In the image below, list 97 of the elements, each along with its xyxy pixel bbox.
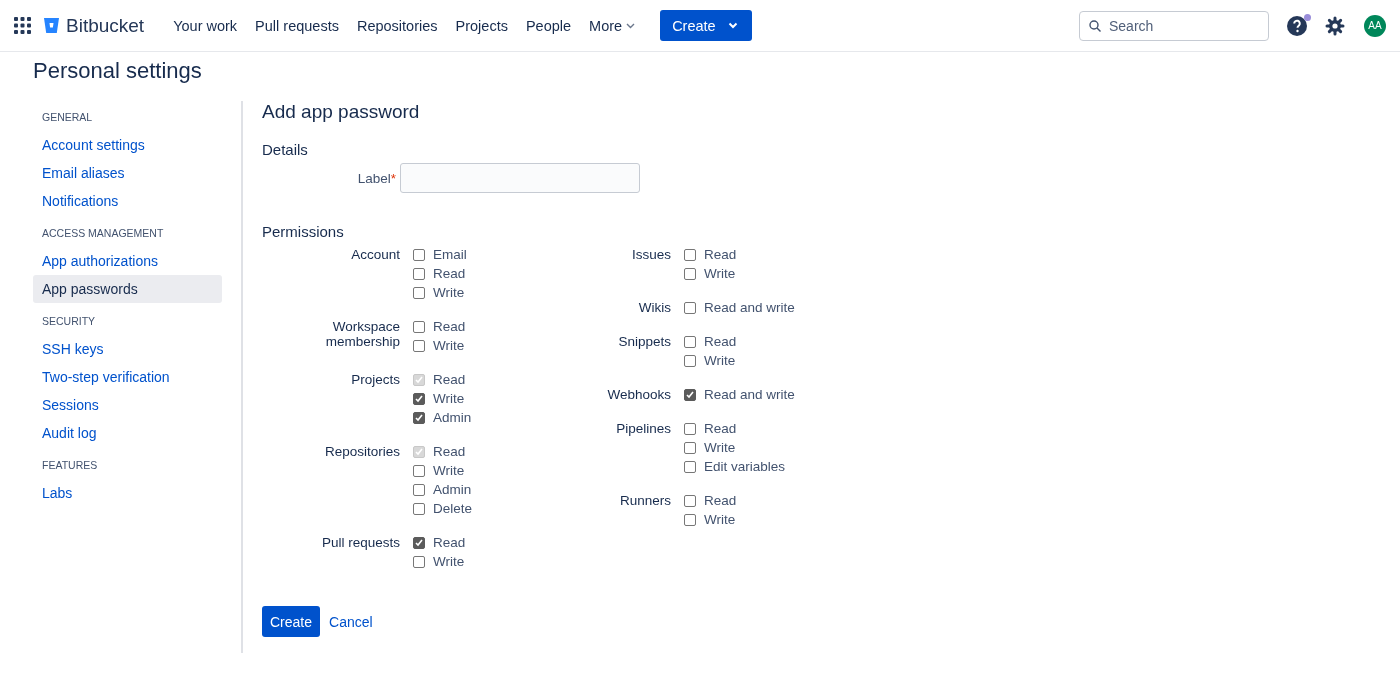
checkbox[interactable] (413, 464, 425, 477)
checkbox-label: Write (704, 512, 736, 527)
checkbox-label: Read and write (704, 387, 795, 402)
checkbox-label: Read and write (704, 300, 795, 315)
page-title: Personal settings (33, 58, 203, 84)
permission-group-label: Repositories (323, 443, 400, 461)
section-heading: Details (262, 141, 309, 158)
cancel-link[interactable]: Cancel (329, 613, 373, 630)
checkbox-label: Write (433, 285, 465, 300)
search-icon (1089, 19, 1101, 32)
checkbox-label: Write (704, 353, 736, 368)
checkbox[interactable] (684, 301, 696, 314)
logo-text[interactable]: Bitbucket (66, 14, 145, 37)
nav-link[interactable]: Projects (446, 17, 517, 34)
checkbox[interactable] (413, 536, 425, 549)
settings-icon[interactable] (1325, 15, 1345, 36)
section-heading: Permissions (262, 223, 345, 240)
checkbox-label: Read (433, 444, 466, 459)
sidebar-item[interactable]: Sessions (33, 391, 222, 419)
sidebar-item[interactable]: Two-step verification (33, 363, 222, 391)
app-grid-icon[interactable] (14, 17, 31, 34)
checkbox[interactable] (684, 441, 696, 454)
permission-group-label: Issues (630, 246, 671, 264)
checkbox-label: Email (433, 247, 467, 262)
search-field[interactable]: Search (1079, 10, 1269, 41)
checkbox-label: Admin (433, 410, 472, 425)
user-avatar[interactable]: AA (1364, 14, 1386, 37)
create-button[interactable]: Create (660, 10, 752, 41)
section-heading: FEATURES (41, 459, 99, 471)
checkbox[interactable] (684, 460, 696, 473)
sidebar-item[interactable]: Account settings (33, 131, 222, 159)
checkbox[interactable] (413, 286, 425, 299)
checkbox-label: Edit variables (704, 459, 786, 474)
sidebar-item[interactable]: Email aliases (33, 159, 222, 187)
checkbox[interactable] (684, 354, 696, 367)
checkbox-label: Write (433, 391, 465, 406)
checkbox[interactable] (413, 483, 425, 496)
checkbox[interactable] (413, 248, 425, 261)
nav-link[interactable]: Your work (164, 17, 247, 34)
checkbox-label: Write (704, 266, 736, 281)
checkbox-label: Read (433, 535, 466, 550)
checkbox[interactable] (684, 267, 696, 280)
checkbox-label: Read (704, 247, 737, 262)
checkbox[interactable] (684, 335, 696, 348)
section-heading: GENERAL (41, 111, 94, 123)
permission-group-label: Pipelines (615, 420, 671, 438)
sidebar-item[interactable]: App passwords (33, 275, 222, 303)
checkbox-label: Delete (433, 501, 473, 516)
checkbox[interactable] (413, 339, 425, 352)
chevron-down-icon (727, 22, 738, 29)
permission-group-label: Snippets (617, 333, 671, 351)
nav-link[interactable]: People (516, 17, 581, 34)
checkbox-label: Write (433, 554, 465, 569)
permission-group-label: Wikis (637, 299, 671, 317)
checkbox[interactable] (684, 388, 696, 401)
checkbox[interactable] (413, 320, 425, 333)
chevron-down-icon (626, 22, 636, 29)
checkbox-label: Write (433, 463, 465, 478)
checkbox[interactable] (684, 422, 696, 435)
sidebar-item[interactable]: Audit log (33, 419, 222, 447)
input-field[interactable] (400, 163, 640, 193)
permission-group-label: Projects (350, 371, 400, 389)
section-heading: SECURITY (41, 315, 97, 327)
nav-link[interactable]: Repositories (347, 17, 447, 34)
checkbox-label: Read (433, 372, 466, 387)
nav-link[interactable]: Pull requests (246, 17, 348, 34)
checkbox-label: Write (433, 338, 465, 353)
checkbox-label: Write (704, 440, 736, 455)
checkbox-label: Read (433, 319, 466, 334)
permission-group-label: Account (350, 246, 400, 264)
checkbox[interactable] (413, 502, 425, 515)
create-button[interactable]: Create (262, 606, 321, 637)
permission-group-label: Pull requests (320, 534, 400, 552)
sidebar-item[interactable]: SSH keys (33, 335, 222, 363)
checkbox[interactable] (413, 555, 425, 568)
permission-group-label: Runners (618, 492, 671, 510)
bucket-logo-icon[interactable] (43, 17, 60, 34)
checkbox-label: Read (704, 493, 737, 508)
field-label: Label* (356, 170, 396, 186)
nav-link[interactable]: More (580, 17, 645, 34)
permission-group-label: Workspace membership (324, 318, 400, 351)
sidebar-item[interactable]: Notifications (33, 187, 222, 215)
checkbox[interactable] (684, 494, 696, 507)
sidebar-item[interactable]: Labs (33, 479, 222, 507)
checkbox-label: Read (704, 334, 737, 349)
checkbox-label: Read (433, 266, 466, 281)
checkbox[interactable] (413, 392, 425, 405)
sidebar-item[interactable]: App authorizations (33, 247, 222, 275)
checkbox[interactable] (684, 248, 696, 261)
checkbox-label: Read (704, 421, 737, 436)
form-title: Add app password (262, 101, 421, 123)
checkbox[interactable] (413, 267, 425, 280)
checkbox-label: Admin (433, 482, 472, 497)
permission-group-label: Webhooks (606, 386, 671, 404)
checkbox[interactable] (684, 513, 696, 526)
section-heading: ACCESS MANAGEMENT (41, 227, 165, 239)
checkbox[interactable] (413, 411, 425, 424)
